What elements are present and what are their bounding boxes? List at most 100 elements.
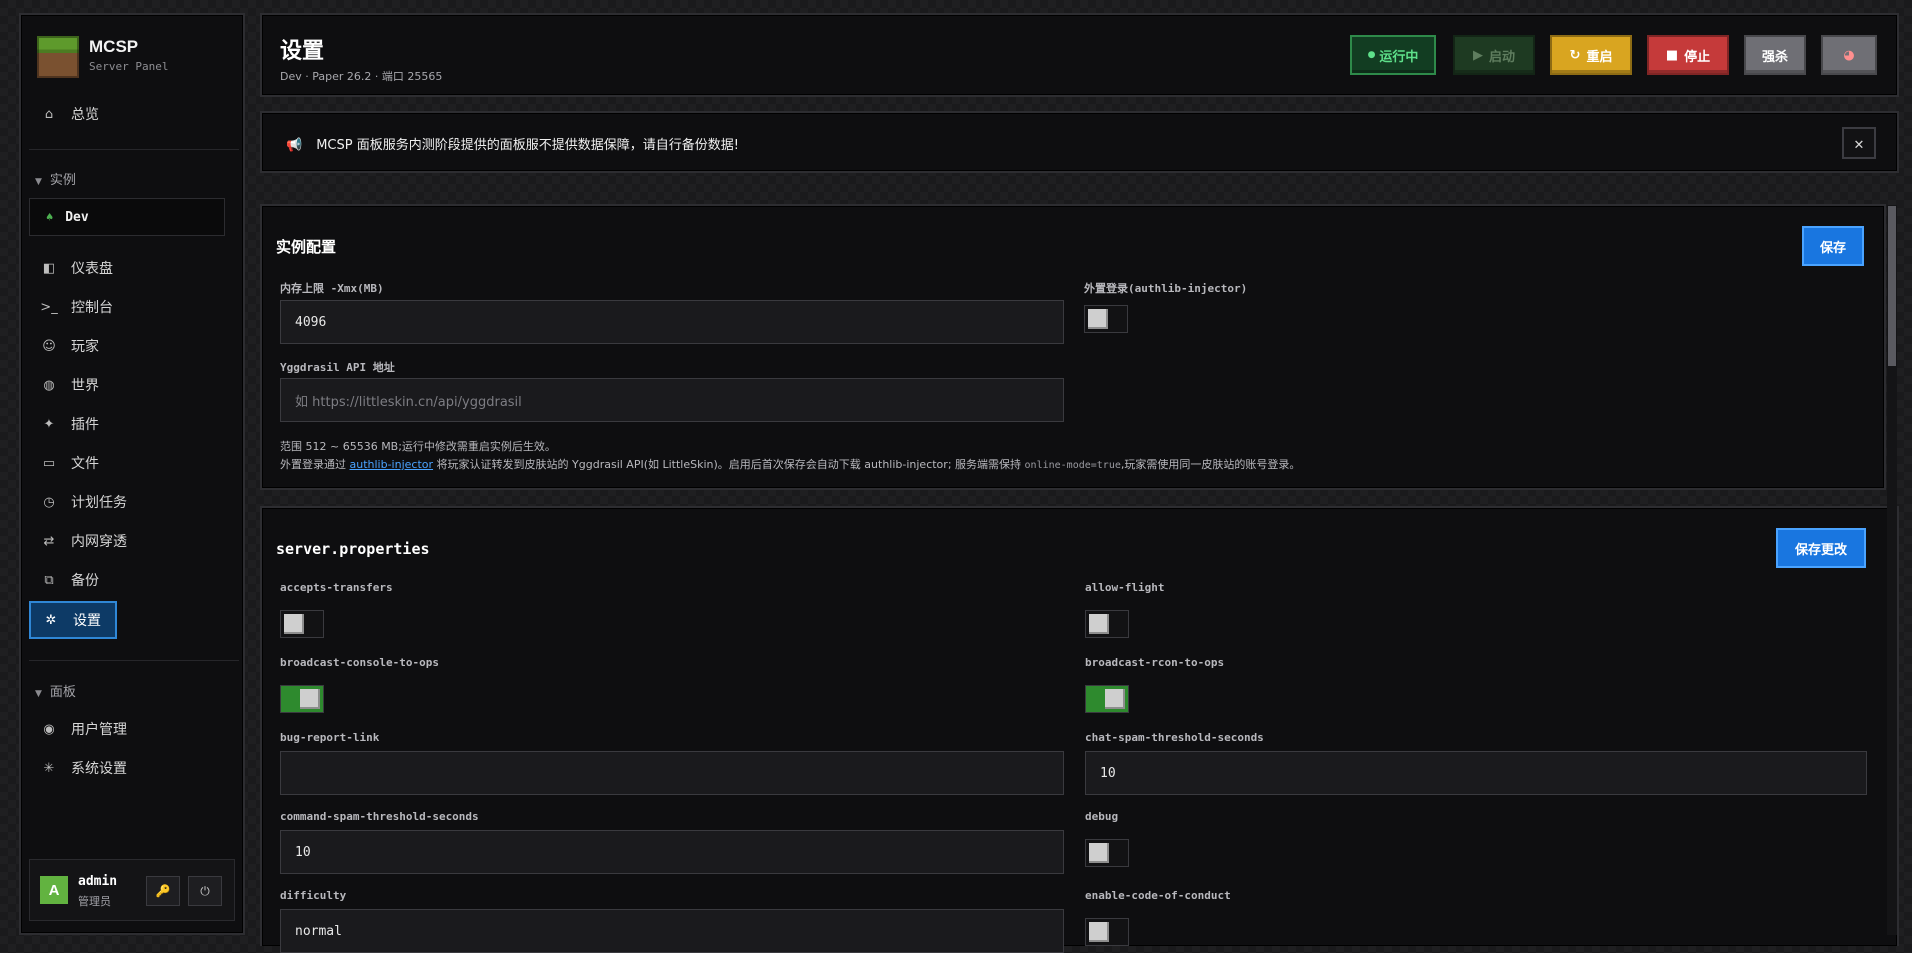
divider — [29, 149, 239, 150]
terminal-icon: >_ — [40, 299, 58, 315]
sidebar-item-label: 控制台 — [71, 300, 113, 316]
sidebar-item-settings[interactable]: ✲ 设置 — [29, 601, 117, 639]
caret-down-icon: ▼ — [35, 689, 42, 699]
yggdrasil-label: Yggdrasil API 地址 — [280, 361, 395, 374]
difficulty-input[interactable]: normal — [280, 909, 1064, 953]
sidebar-item-label: 用户管理 — [71, 722, 127, 738]
sidebar-item-label: 内网穿透 — [71, 534, 127, 550]
sidebar-item-world[interactable]: ◍ 世界 — [29, 368, 239, 402]
force-kill-button[interactable]: 强杀 — [1744, 35, 1806, 75]
broadcast-rcon-to-ops-toggle[interactable] — [1085, 685, 1129, 713]
authlib-label: 外置登录(authlib-injector) — [1084, 282, 1248, 295]
sidebar-item-label: 玩家 — [71, 339, 99, 355]
notice-text: MCSP 面板服务内测阶段提供的面板服不提供数据保障，请自行备份数据! — [316, 138, 739, 153]
sidebar: MCSP Server Panel ⌂ 总览 ▼ 实例 ♠ Dev ◧ 仪表盘 >… — [19, 13, 245, 935]
toggle-knob — [1089, 614, 1109, 634]
play-icon: ▶ — [1472, 47, 1483, 63]
sidebar-item-console[interactable]: >_ 控制台 — [29, 290, 239, 324]
stop-button[interactable]: ■ 停止 — [1647, 35, 1729, 75]
accepts-transfers-toggle[interactable] — [280, 610, 324, 638]
sidebar-item-label: 计划任务 — [71, 495, 127, 511]
restart-label: 重启 — [1586, 49, 1613, 65]
sidebar-item-tunnel[interactable]: ⇄ 内网穿透 — [29, 524, 239, 558]
sidebar-item-label: 插件 — [71, 417, 99, 433]
authlib-injector-link[interactable]: authlib-injector — [350, 458, 434, 471]
nav-overview-label: 总览 — [71, 107, 99, 123]
start-button[interactable]: ▶ 启动 — [1453, 35, 1535, 75]
prop-label: broadcast-rcon-to-ops — [1085, 656, 1225, 669]
sidebar-item-plugins[interactable]: ✦ 插件 — [29, 407, 239, 441]
prop-label: chat-spam-threshold-seconds — [1085, 731, 1264, 744]
enable-code-of-conduct-toggle[interactable] — [1085, 918, 1129, 946]
user-card: A admin 管理员 🔑 ⏻ — [29, 859, 235, 921]
toggle-knob — [1089, 922, 1109, 942]
group-instances-label: 实例 — [49, 173, 76, 188]
notice-banner: 📢 MCSP 面板服务内测阶段提供的面板服不提供数据保障，请自行备份数据! ✕ — [260, 111, 1899, 173]
memory-input[interactable]: 4096 — [280, 300, 1064, 344]
sidebar-item-files[interactable]: ▭ 文件 — [29, 446, 239, 480]
close-notice-button[interactable]: ✕ — [1842, 127, 1876, 159]
user-role: 管理员 — [78, 895, 111, 908]
status-label: 运行中 — [1379, 49, 1419, 65]
user-manage-icon: ◉ — [43, 721, 55, 737]
status-badge: ● 运行中 — [1350, 35, 1436, 75]
instance-status-icon: ♠ — [46, 210, 54, 224]
sidebar-item-backup[interactable]: ⧉ 备份 — [29, 563, 239, 597]
sidebar-item-players[interactable]: ☺ 玩家 — [29, 329, 239, 363]
theme-button[interactable]: ◕ — [1821, 35, 1877, 75]
sidebar-item-label: 文件 — [71, 456, 99, 472]
instance-name: Dev — [65, 209, 89, 225]
sidebar-item-user-management[interactable]: ◉ 用户管理 — [29, 712, 239, 746]
sidebar-item-dashboard[interactable]: ◧ 仪表盘 — [29, 251, 239, 285]
yggdrasil-url-input[interactable]: 如 https://littleskin.cn/api/yggdrasil — [280, 378, 1064, 422]
restart-icon: ↻ — [1569, 47, 1581, 63]
system-settings-icon: ✳ — [43, 760, 55, 776]
instance-item-dev[interactable]: ♠ Dev — [29, 198, 225, 236]
backup-icon: ⧉ — [44, 572, 54, 588]
toggle-knob — [1088, 309, 1108, 329]
clock-icon: ◷ — [43, 494, 55, 510]
key-icon: 🔑 — [155, 884, 171, 898]
group-instances[interactable]: ▼ 实例 — [35, 169, 76, 188]
players-icon: ☺ — [42, 338, 56, 354]
sidebar-item-label: 设置 — [73, 613, 101, 629]
allow-flight-toggle[interactable] — [1085, 610, 1129, 638]
command-spam-threshold-input[interactable]: 10 — [280, 830, 1064, 874]
app-name: MCSP — [89, 37, 139, 56]
instance-config-card: 实例配置 保存 内存上限 -Xmx(MB) 4096 外置登录(authlib-… — [260, 204, 1886, 490]
authlib-toggle[interactable] — [1084, 305, 1128, 333]
start-label: 启动 — [1488, 49, 1515, 65]
stop-icon: ■ — [1665, 47, 1679, 63]
sidebar-item-system-settings[interactable]: ✳ 系统设置 — [29, 751, 239, 785]
online-mode-code: online-mode=true — [1024, 460, 1121, 471]
restart-button[interactable]: ↻ 重启 — [1550, 35, 1632, 75]
server-properties-title: server.properties — [276, 540, 430, 558]
sidebar-item-schedules[interactable]: ◷ 计划任务 — [29, 485, 239, 519]
broadcast-console-to-ops-toggle[interactable] — [280, 685, 324, 713]
sidebar-item-label: 仪表盘 — [71, 261, 113, 277]
page-title: 设置 — [280, 39, 325, 64]
page-subtitle: Dev · Paper 26.2 · 端口 25565 — [280, 70, 443, 83]
change-password-button[interactable]: 🔑 — [146, 876, 180, 906]
prop-label: allow-flight — [1085, 581, 1165, 594]
debug-toggle[interactable] — [1085, 839, 1129, 867]
logout-button[interactable]: ⏻ — [188, 876, 222, 906]
sidebar-item-label: 备份 — [71, 573, 99, 589]
prop-label: broadcast-console-to-ops — [280, 656, 439, 669]
scrollbar-thumb[interactable] — [1888, 206, 1896, 366]
toggle-knob — [1089, 843, 1109, 863]
divider — [29, 660, 239, 661]
help-text-part: ,玩家需使用同一皮肤站的账号登录。 — [1120, 458, 1301, 471]
toggle-knob — [284, 614, 304, 634]
sidebar-item-label: 世界 — [71, 378, 99, 394]
save-properties-button[interactable]: 保存更改 — [1776, 528, 1866, 568]
nav-overview[interactable]: ⌂ 总览 — [29, 97, 239, 131]
save-instance-config-button[interactable]: 保存 — [1802, 226, 1864, 266]
prop-label: debug — [1085, 810, 1119, 823]
memory-help-text: 范围 512 ~ 65536 MB;运行中修改需重启实例后生效。 — [280, 440, 556, 453]
chat-spam-threshold-input[interactable]: 10 — [1085, 751, 1867, 795]
bug-report-link-input[interactable] — [280, 751, 1064, 795]
app-subtitle: Server Panel — [89, 60, 169, 73]
authlib-help-text: 外置登录通过 authlib-injector 将玩家认证转发到皮肤站的 Ygg… — [280, 456, 1300, 472]
group-panel[interactable]: ▼ 面板 — [35, 681, 76, 700]
